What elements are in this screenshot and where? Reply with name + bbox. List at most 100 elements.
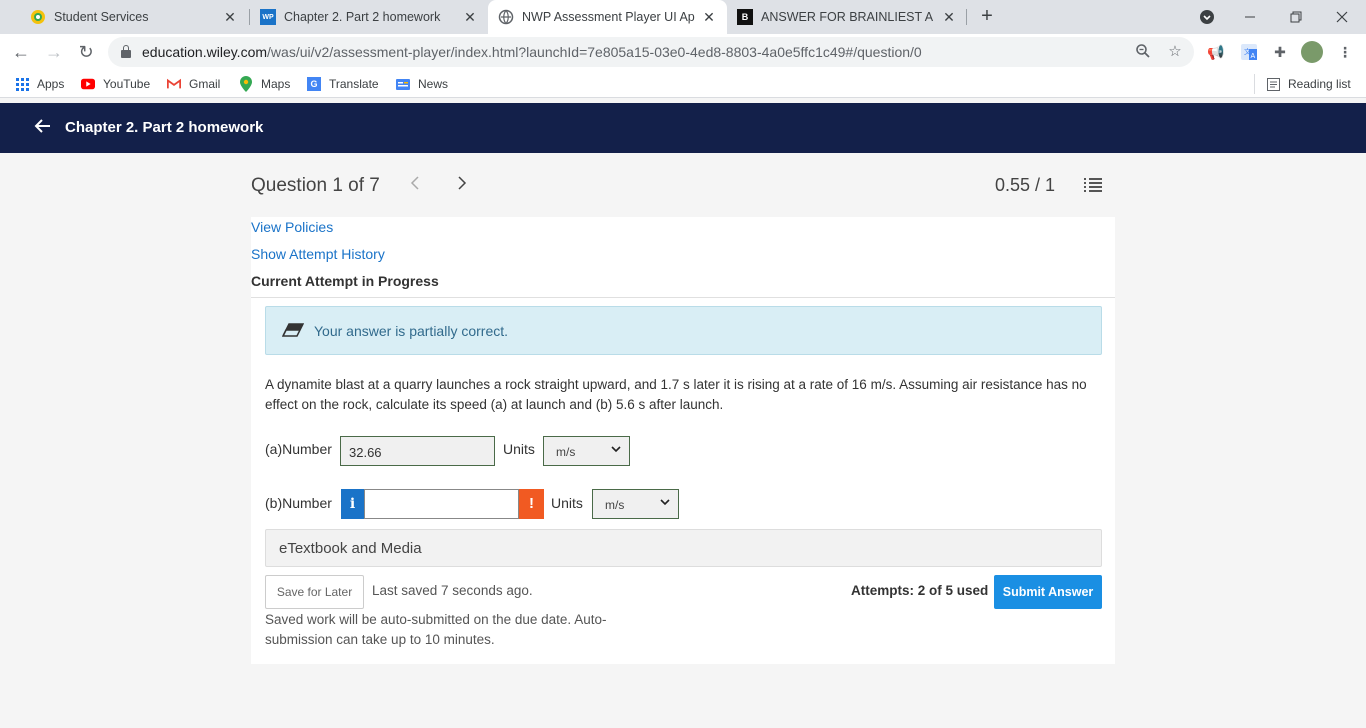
tab-title: Chapter 2. Part 2 homework [284,10,441,24]
svg-text:A: A [1251,53,1256,60]
tab-title: ANSWER FOR BRAINLIEST A bus [761,10,935,24]
gmail-icon [167,77,181,91]
assignment-title: Chapter 2. Part 2 homework [65,119,264,136]
bookmark-label: News [418,77,449,91]
view-policies-link[interactable]: View Policies [251,219,333,235]
bookmark-star-icon[interactable]: ☆ [1166,43,1184,61]
profile-avatar[interactable] [1301,41,1323,63]
autosubmit-note: Saved work will be auto-submitted on the… [265,612,607,647]
question-counter: Question 1 of 7 [251,175,380,196]
lock-icon [121,45,131,58]
close-window-icon[interactable] [1319,0,1365,34]
save-for-later-button[interactable]: Save for Later [265,575,364,609]
question-list-icon[interactable] [1084,177,1102,193]
question-prompt: A dynamite blast at a quarry launches a … [265,377,1087,412]
bookmark-label: Apps [37,77,65,91]
info-icon[interactable]: i [341,489,364,519]
part-b-units-label: Units [551,495,583,511]
bookmark-translate[interactable]: G Translate [307,76,379,92]
reload-icon[interactable]: ↻ [74,40,98,64]
tab-title: Student Services [54,10,149,24]
eraser-icon [281,323,305,337]
url-path: /was/ui/v2/assessment-player/index.html?… [267,44,922,60]
part-a-label: (a)Number [265,441,332,457]
previous-question-icon[interactable] [410,175,420,196]
part-b-label: (b)Number [265,495,332,511]
current-attempt-heading: Current Attempt in Progress [251,273,439,289]
tab-title: NWP Assessment Player UI Appli [522,10,695,24]
forward-icon[interactable]: → [42,40,66,64]
part-b-number-input[interactable] [364,489,519,519]
part-a-number-input[interactable]: 32.66 [340,436,495,466]
bookmarks-bar: Apps YouTube Gmail Maps G Translate News… [0,70,1366,98]
tab-nwp-assessment[interactable]: NWP Assessment Player UI Appli ✕ [488,0,727,34]
bookmark-news[interactable]: News [396,76,448,92]
bookmark-gmail[interactable]: Gmail [167,76,220,92]
bookmark-apps[interactable]: Apps [15,76,64,92]
attempts-counter: Attempts: 2 of 5 used [851,583,989,598]
feedback-alert: Your answer is partially correct. [265,306,1102,355]
maps-pin-icon [239,76,253,92]
translate-icon: G [307,77,321,91]
student-services-icon [30,9,46,25]
warning-icon[interactable]: ! [519,489,544,519]
submit-answer-button[interactable]: Submit Answer [994,575,1102,609]
minimize-icon[interactable] [1227,0,1273,34]
back-arrow-icon[interactable] [34,117,52,140]
zoom-icon[interactable] [1134,43,1152,61]
chevron-down-icon [611,444,621,456]
translate-extension-icon[interactable]: 文A [1240,43,1258,61]
wp-icon: WP [260,9,276,25]
close-tab-icon[interactable]: ✕ [222,9,238,26]
globe-icon [498,9,514,25]
url-text: education.wiley.com/was/ui/v2/assessment… [142,44,922,60]
tab-chapter-homework[interactable]: WP Chapter 2. Part 2 homework ✕ [250,0,488,34]
bookmark-label: Gmail [189,77,221,91]
reading-list-icon [1267,77,1280,91]
browser-toolbar: ← → ↻ education.wiley.com/was/ui/v2/asse… [0,34,1366,70]
bookmark-label: Maps [261,77,291,91]
close-tab-icon[interactable]: ✕ [941,9,957,26]
feedback-text: Your answer is partially correct. [314,323,509,339]
url-host: education.wiley.com [142,44,268,60]
bookmark-maps[interactable]: Maps [239,76,290,92]
back-icon[interactable]: ← [9,40,33,64]
next-question-icon[interactable] [457,175,467,196]
megaphone-icon[interactable]: 📢 [1207,43,1225,61]
part-b-units-select[interactable]: m/s [592,489,679,519]
new-tab-button[interactable]: + [976,5,998,27]
question-card: View Policies Show Attempt History Curre… [251,217,1115,664]
tab-brainly[interactable]: B ANSWER FOR BRAINLIEST A bus ✕ [727,0,967,34]
divider [251,297,1115,298]
youtube-icon [81,77,95,91]
part-a-units-select[interactable]: m/s [543,436,630,466]
reading-list-label: Reading list [1288,77,1351,91]
part-a-units-label: Units [503,441,535,457]
address-bar[interactable]: education.wiley.com/was/ui/v2/assessment… [108,37,1194,67]
extensions-puzzle-icon[interactable]: ✚ [1271,43,1289,61]
etextbook-media-panel[interactable]: eTextbook and Media [265,529,1102,567]
tab-separator [966,9,967,25]
news-icon [396,77,410,91]
units-value: m/s [556,445,576,459]
question-score: 0.55 / 1 [995,175,1056,195]
brainly-icon: B [737,9,753,25]
browser-tab-strip: Student Services ✕ WP Chapter 2. Part 2 … [0,0,1366,34]
show-attempt-history-link[interactable]: Show Attempt History [251,246,385,262]
close-tab-icon[interactable]: ✕ [462,9,478,26]
bookmark-youtube[interactable]: YouTube [81,76,150,92]
units-value: m/s [605,498,625,512]
last-saved-text: Last saved 7 seconds ago. [372,583,533,598]
app-header: Chapter 2. Part 2 homework [0,103,1366,153]
question-nav-bar: Question 1 of 7 0.55 / 1 [0,153,1366,217]
apps-grid-icon [15,77,29,91]
bookmark-label: Translate [329,77,379,91]
tab-search-icon[interactable] [1184,0,1230,34]
etextbook-label: eTextbook and Media [279,540,422,557]
menu-kebab-icon[interactable]: ⋮ [1336,43,1354,61]
restore-icon[interactable] [1273,0,1319,34]
tab-student-services[interactable]: Student Services ✕ [20,0,248,34]
reading-list-button[interactable]: Reading list [1254,74,1351,94]
chevron-down-icon [660,497,670,509]
close-tab-icon[interactable]: ✕ [701,9,717,26]
